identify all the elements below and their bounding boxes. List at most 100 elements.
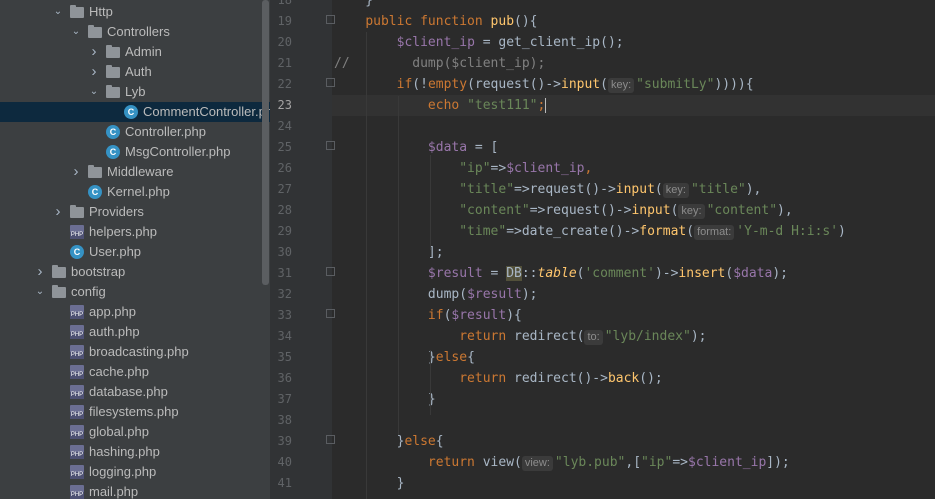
code-line[interactable]: ]; xyxy=(334,242,444,263)
code-line[interactable]: } xyxy=(334,0,373,11)
fold-marker-icon[interactable] xyxy=(326,435,335,444)
tree-item[interactable]: C MsgController.php xyxy=(0,142,270,162)
code-line[interactable]: "content"=>request()->input(key: "content… xyxy=(334,200,793,221)
chevron-down-icon[interactable]: ⌄ xyxy=(34,282,46,302)
code-line[interactable]: if($result){ xyxy=(334,305,522,326)
line-number: 29 xyxy=(277,224,292,238)
tree-item-label: Controllers xyxy=(107,24,170,39)
code-line[interactable]: "time"=>date_create()->format(format: 'Y-… xyxy=(334,221,846,242)
code-token: ), xyxy=(777,203,793,218)
folder-icon xyxy=(106,85,120,98)
code-token: if xyxy=(427,308,444,323)
line-number: 33 xyxy=(277,308,292,322)
fold-marker-icon[interactable] xyxy=(326,141,335,150)
chevron-right-icon[interactable]: › xyxy=(34,262,46,282)
tree-item-label: broadcasting.php xyxy=(89,344,189,359)
code-token: ]; xyxy=(334,245,444,260)
line-number: 34 xyxy=(277,329,292,343)
tree-item[interactable]: mail.php xyxy=(0,482,270,499)
tree-item[interactable]: ⌄ Controllers xyxy=(0,22,270,42)
chevron-down-icon[interactable]: ⌄ xyxy=(88,82,100,102)
project-tree-scrollbar[interactable] xyxy=(262,0,269,285)
code-token: public function xyxy=(365,14,491,29)
line-number: 19 xyxy=(277,14,292,28)
chevron-right-icon[interactable]: › xyxy=(88,62,100,82)
code-line[interactable]: } xyxy=(334,389,436,410)
fold-marker-icon[interactable] xyxy=(326,309,335,318)
line-number: 18 xyxy=(277,0,292,7)
folder-icon xyxy=(70,205,84,218)
code-line[interactable]: if(!empty(request()->input(key: "submitLy… xyxy=(334,74,754,95)
code-line[interactable]: return redirect()->back(); xyxy=(334,368,663,389)
tree-item[interactable]: › Auth xyxy=(0,62,270,82)
tree-item[interactable]: ⌄ config xyxy=(0,282,270,302)
tree-item[interactable]: app.php xyxy=(0,302,270,322)
code-token: = get_client_ip(); xyxy=(474,35,624,50)
code-token: $data xyxy=(427,140,468,155)
code-token: (); xyxy=(639,371,663,386)
fold-marker-icon[interactable] xyxy=(326,15,335,24)
tree-item[interactable]: logging.php xyxy=(0,462,270,482)
tree-item[interactable]: auth.php xyxy=(0,322,270,342)
fold-marker-icon[interactable] xyxy=(326,78,335,87)
tree-item[interactable]: › Middleware xyxy=(0,162,270,182)
code-token: $client_ip xyxy=(396,35,475,50)
code-line[interactable]: $client_ip = get_client_ip(); xyxy=(334,32,624,53)
tree-item[interactable]: ⌄ Http xyxy=(0,2,270,22)
tree-item[interactable]: global.php xyxy=(0,422,270,442)
code-token: insert xyxy=(678,266,726,281)
tree-item-label: cache.php xyxy=(89,364,149,379)
code-line[interactable]: $result = DB::table('comment')->insert($… xyxy=(334,263,788,284)
tree-item[interactable]: C User.php xyxy=(0,242,270,262)
code-line[interactable]: }else{ xyxy=(334,431,444,452)
tree-item[interactable]: database.php xyxy=(0,382,270,402)
code-token: input xyxy=(631,203,671,218)
fold-marker-icon[interactable] xyxy=(326,267,335,276)
code-token: back xyxy=(607,371,640,386)
tree-item-label: Controller.php xyxy=(125,124,206,139)
folder-icon xyxy=(52,265,66,278)
tree-item[interactable]: › Providers xyxy=(0,202,270,222)
tree-item[interactable]: C CommentController.ph xyxy=(0,102,270,122)
tree-item[interactable]: broadcasting.php xyxy=(0,342,270,362)
chevron-right-icon[interactable]: › xyxy=(88,42,100,62)
php-file-icon xyxy=(70,225,84,239)
tree-item[interactable]: › bootstrap xyxy=(0,262,270,282)
tree-item[interactable]: ⌄ Lyb xyxy=(0,82,270,102)
code-line[interactable]: public function pub(){ xyxy=(334,11,537,32)
code-token: => xyxy=(490,161,507,176)
tree-item[interactable]: › Admin xyxy=(0,42,270,62)
code-token: "content" xyxy=(459,203,530,218)
tree-item[interactable]: C Controller.php xyxy=(0,122,270,142)
code-line[interactable]: return redirect(to: "lyb/index"); xyxy=(334,326,706,347)
tree-item-label: Admin xyxy=(125,44,162,59)
code-line[interactable]: $data = [ xyxy=(334,137,498,158)
tree-item-label: Http xyxy=(89,4,113,19)
tree-item[interactable]: filesystems.php xyxy=(0,402,270,422)
code-line[interactable]: "ip"=>$client_ip, xyxy=(334,158,592,179)
code-line[interactable]: }else{ xyxy=(334,347,475,368)
line-number: 32 xyxy=(277,287,292,301)
chevron-right-icon[interactable]: › xyxy=(70,162,82,182)
chevron-down-icon[interactable]: ⌄ xyxy=(70,22,82,42)
line-number: 36 xyxy=(277,371,292,385)
code-line[interactable]: return view(view: "lyb.pub",["ip"=>$clien… xyxy=(334,452,790,473)
code-token: $result xyxy=(427,266,483,281)
tree-item[interactable]: C Kernel.php xyxy=(0,182,270,202)
tree-item[interactable]: helpers.php xyxy=(0,222,270,242)
code-token: $client_ip xyxy=(688,455,767,470)
tree-item[interactable]: cache.php xyxy=(0,362,270,382)
code-token: } xyxy=(334,392,436,407)
chevron-down-icon[interactable]: ⌄ xyxy=(52,2,64,22)
tree-item[interactable]: hashing.php xyxy=(0,442,270,462)
code-line[interactable]: } xyxy=(334,473,405,494)
code-line[interactable]: dump($result); xyxy=(334,284,538,305)
line-number: 25 xyxy=(277,140,292,154)
chevron-right-icon[interactable]: › xyxy=(52,202,64,222)
code-token: view( xyxy=(482,455,522,470)
